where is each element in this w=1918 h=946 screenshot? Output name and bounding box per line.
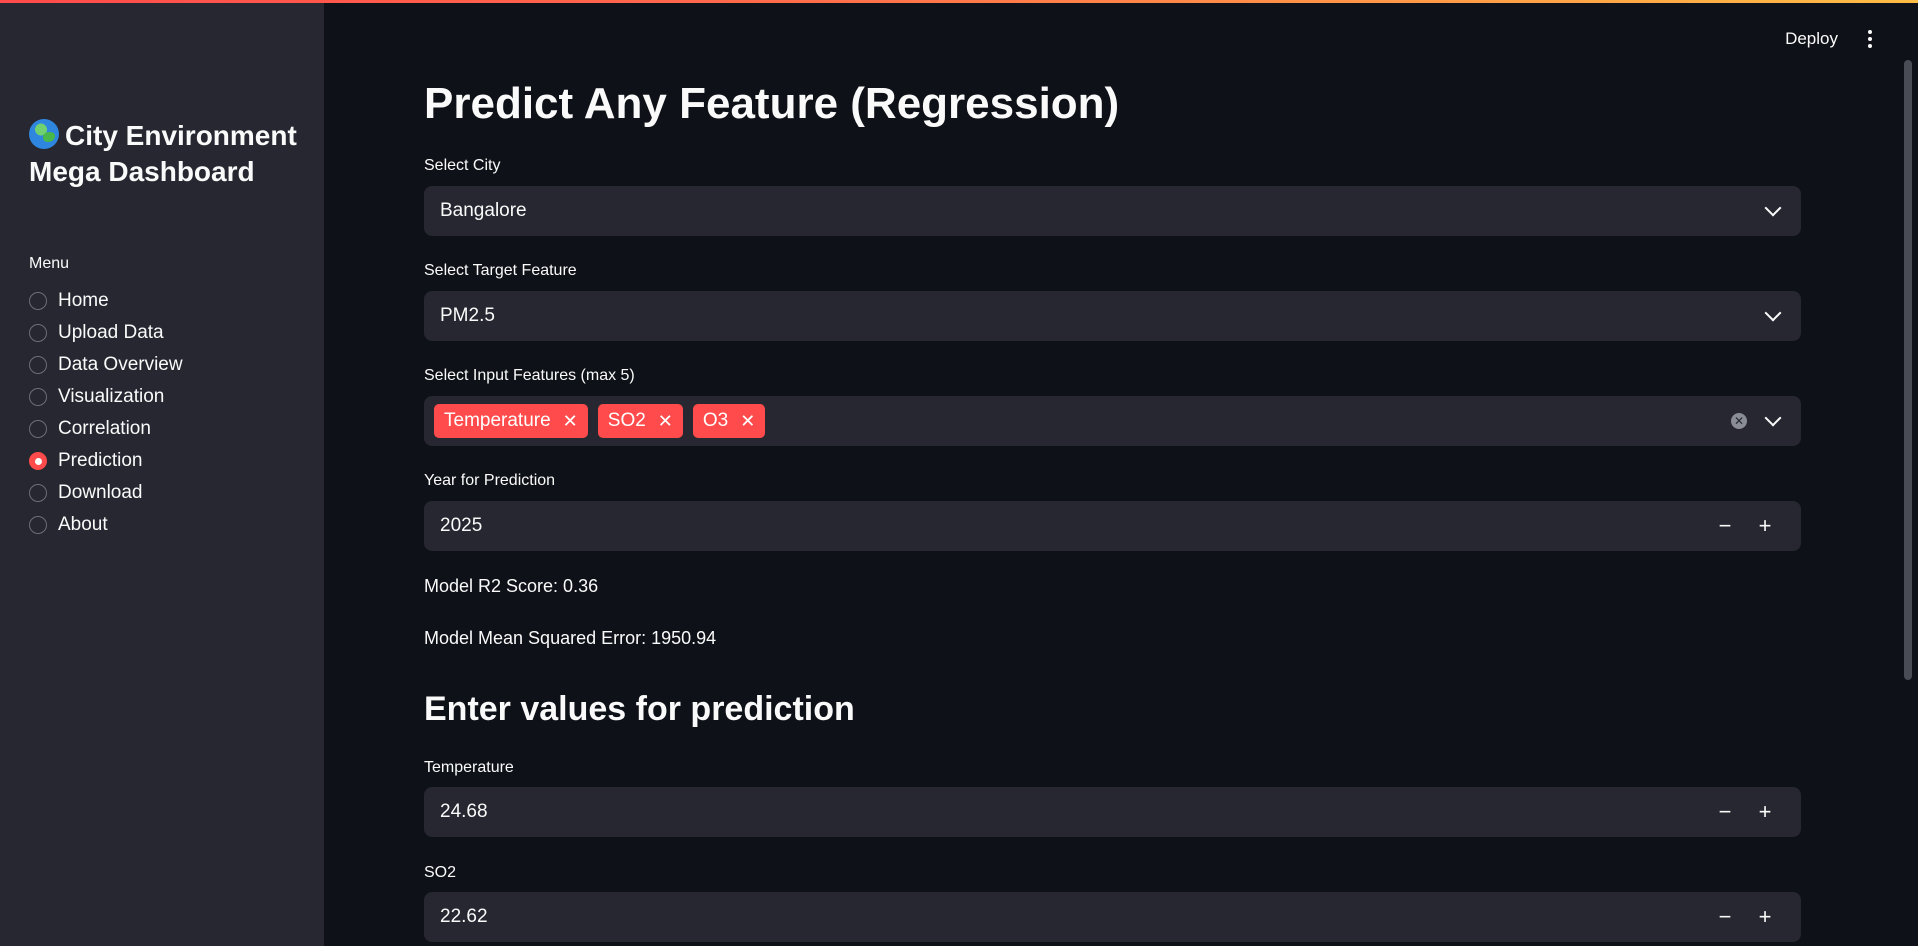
temperature-number-input[interactable]: 24.68 − + [424,787,1801,837]
menu-item-correlation[interactable]: Correlation [29,413,183,445]
menu-item-data-overview[interactable]: Data Overview [29,349,183,381]
tag-o3[interactable]: O3 ✕ [692,404,766,438]
plus-icon[interactable]: + [1745,513,1785,539]
radio-icon[interactable] [29,484,47,502]
year-number-input[interactable]: 2025 − + [424,501,1801,551]
close-icon[interactable]: ✕ [563,411,578,432]
menu-item-download[interactable]: Download [29,477,183,509]
so2-number-input[interactable]: 22.62 − + [424,892,1801,942]
radio-icon[interactable] [29,324,47,342]
chevron-down-icon[interactable] [1764,409,1782,427]
header-actions: Deploy [1785,26,1878,52]
clear-all-icon[interactable]: ✕ [1731,413,1747,429]
menu-label: Menu [29,255,70,272]
close-icon[interactable]: ✕ [658,411,673,432]
plus-icon[interactable]: + [1745,904,1785,930]
radio-icon[interactable] [29,420,47,438]
target-value: PM2.5 [440,305,495,326]
menu-item-prediction[interactable]: Prediction [29,445,183,477]
radio-selected-icon[interactable] [29,452,47,470]
menu-item-visualization[interactable]: Visualization [29,381,183,413]
top-accent-bar [0,0,1918,3]
so2-label: SO2 [424,864,457,881]
globe-icon [29,119,59,149]
year-value[interactable]: 2025 [440,515,1705,537]
menu-item-home[interactable]: Home [29,285,183,317]
target-label: Select Target Feature [424,262,577,279]
year-label: Year for Prediction [424,472,556,489]
section-title: Enter values for prediction [424,690,855,728]
input-features-label: Select Input Features (max 5) [424,367,635,384]
page-title: Predict Any Feature (Regression) [424,79,1120,128]
tag-so2[interactable]: SO2 ✕ [597,404,683,438]
radio-icon[interactable] [29,516,47,534]
sidebar: City Environment Mega Dashboard Menu Hom… [0,0,324,946]
tag-temperature[interactable]: Temperature ✕ [434,404,588,438]
temperature-value[interactable]: 24.68 [440,801,1705,823]
so2-value[interactable]: 22.62 [440,906,1705,928]
city-value: Bangalore [440,200,527,221]
input-features-multiselect[interactable]: Temperature ✕ SO2 ✕ O3 ✕ ✕ [424,396,1801,446]
mse-text: Model Mean Squared Error: 1950.94 [424,628,717,648]
radio-icon[interactable] [29,388,47,406]
radio-icon[interactable] [29,356,47,374]
app-title: City Environment Mega Dashboard [29,119,297,187]
menu-item-about[interactable]: About [29,509,183,541]
city-select[interactable]: Bangalore [424,186,1801,236]
minus-icon[interactable]: − [1705,799,1745,825]
close-icon[interactable]: ✕ [740,411,755,432]
deploy-button[interactable]: Deploy [1785,29,1838,49]
temperature-label: Temperature [424,759,514,776]
plus-icon[interactable]: + [1745,799,1785,825]
target-select[interactable]: PM2.5 [424,291,1801,341]
more-menu-icon[interactable] [1862,26,1878,52]
menu-item-upload-data[interactable]: Upload Data [29,317,183,349]
chevron-down-icon[interactable] [1764,199,1782,217]
radio-icon[interactable] [29,292,47,310]
scrollbar[interactable] [1904,60,1912,680]
menu-radio-group: Home Upload Data Data Overview Visualiza… [29,285,183,541]
minus-icon[interactable]: − [1705,513,1745,539]
city-label: Select City [424,157,501,174]
minus-icon[interactable]: − [1705,904,1745,930]
chevron-down-icon[interactable] [1764,304,1782,322]
r2-score-text: Model R2 Score: 0.36 [424,576,599,596]
tag-list: Temperature ✕ SO2 ✕ O3 ✕ [434,404,1731,438]
